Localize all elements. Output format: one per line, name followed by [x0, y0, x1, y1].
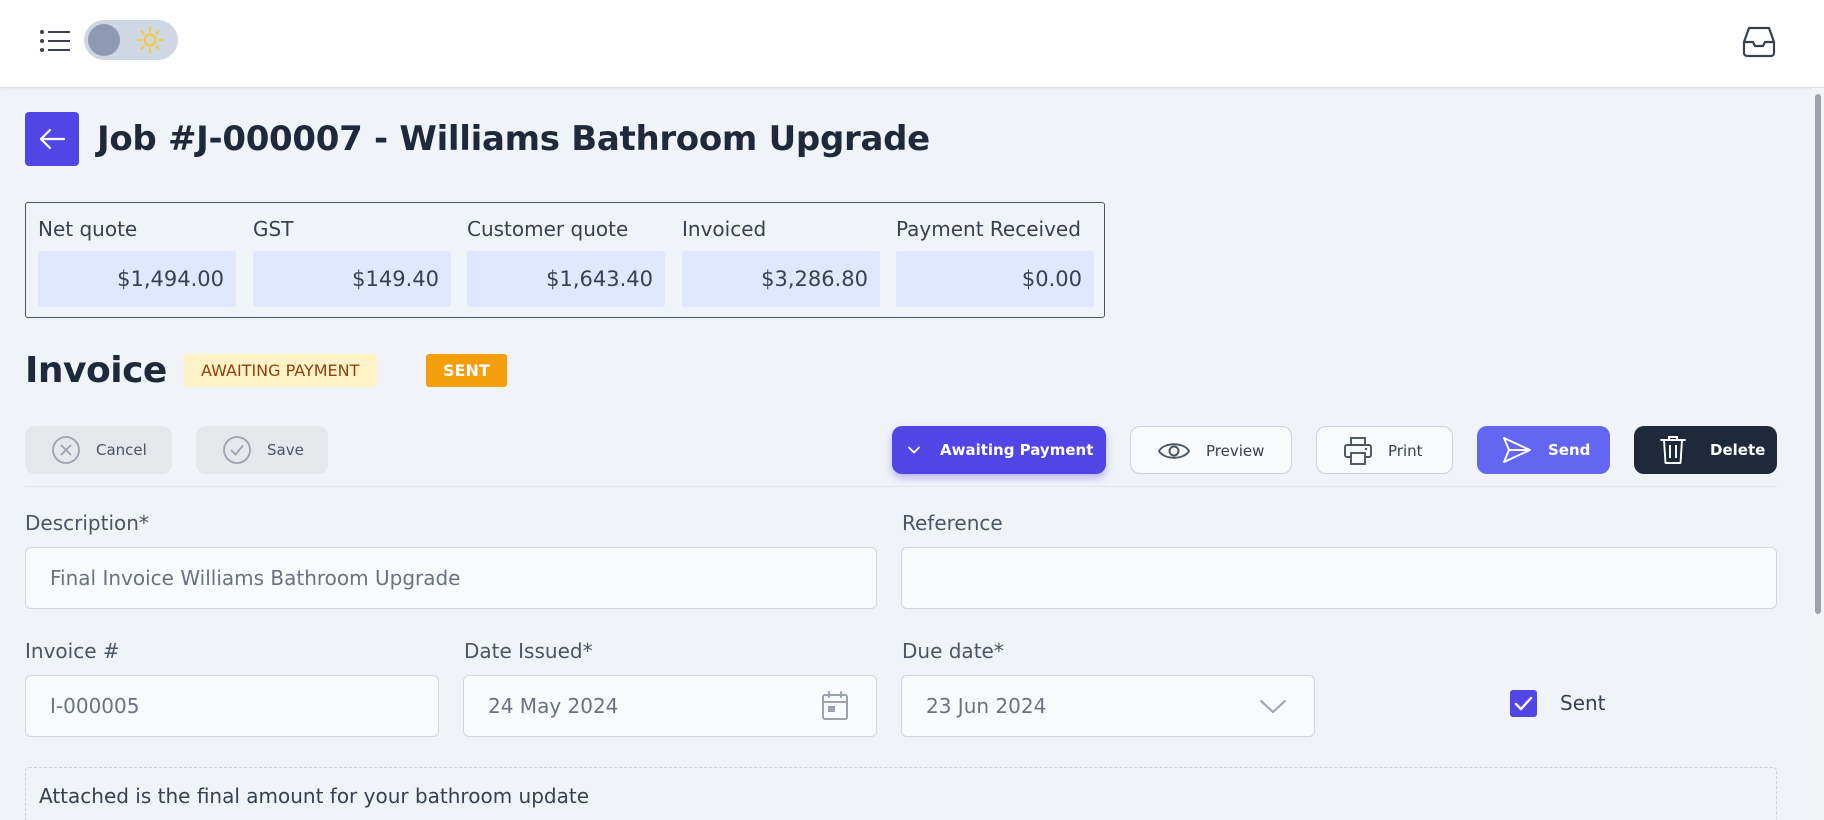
- cancel-label: Cancel: [96, 441, 147, 459]
- reference-label: Reference: [902, 511, 1003, 535]
- preview-label: Preview: [1206, 442, 1265, 460]
- chevron-down-icon: [1260, 700, 1286, 713]
- back-button[interactable]: [25, 112, 79, 166]
- date-issued-label: Date Issued*: [464, 639, 593, 663]
- summary-label: GST: [253, 217, 294, 241]
- send-button[interactable]: Send: [1477, 426, 1610, 474]
- summary-value: $149.40: [253, 251, 451, 307]
- paper-plane-icon: [1503, 437, 1531, 463]
- date-issued-value: 24 May 2024: [488, 694, 619, 718]
- description-label: Description*: [25, 511, 149, 535]
- summary-value: $1,643.40: [467, 251, 665, 307]
- summary-label: Invoiced: [682, 217, 767, 241]
- page-scrollbar[interactable]: [1812, 88, 1824, 820]
- invoice-note-text: Attached is the final amount for your ba…: [39, 784, 589, 808]
- due-date-label: Due date*: [902, 639, 1004, 663]
- calendar-icon[interactable]: [820, 690, 850, 722]
- delete-button[interactable]: Delete: [1634, 426, 1777, 474]
- preview-button[interactable]: Preview: [1130, 426, 1292, 474]
- delete-label: Delete: [1710, 441, 1766, 459]
- summary-value: $3,286.80: [682, 251, 880, 307]
- invoice-heading: Invoice: [25, 350, 167, 391]
- arrow-left-icon: [39, 128, 66, 150]
- summary-value: $0.00: [896, 251, 1094, 307]
- summary-label: Payment Received: [896, 217, 1081, 241]
- status-dropdown-label: Awaiting Payment: [940, 441, 1094, 459]
- top-bar: [0, 0, 1824, 88]
- sent-checkbox-label: Sent: [1560, 691, 1606, 715]
- sent-checkbox[interactable]: [1510, 690, 1537, 717]
- sun-icon: [136, 26, 164, 54]
- printer-icon: [1344, 437, 1372, 465]
- list-icon[interactable]: [38, 26, 72, 56]
- due-date-value: 23 Jun 2024: [926, 694, 1047, 718]
- print-label: Print: [1388, 442, 1423, 460]
- reference-input[interactable]: [901, 547, 1777, 609]
- scrollbar-thumb[interactable]: [1815, 94, 1821, 614]
- toggle-knob: [88, 24, 120, 56]
- inbox-icon[interactable]: [1740, 22, 1778, 60]
- summary-value: $1,494.00: [38, 251, 236, 307]
- cancel-button[interactable]: Cancel: [25, 426, 172, 474]
- sent-badge: SENT: [426, 354, 507, 387]
- send-label: Send: [1548, 441, 1591, 459]
- toolbar-divider: [25, 486, 1777, 487]
- date-issued-input[interactable]: 24 May 2024: [463, 675, 877, 737]
- description-input[interactable]: Final Invoice Williams Bathroom Upgrade: [25, 547, 877, 609]
- eye-icon: [1157, 443, 1191, 459]
- invoice-number-label: Invoice #: [25, 639, 120, 663]
- theme-toggle[interactable]: [84, 20, 178, 60]
- status-dropdown-button[interactable]: Awaiting Payment: [892, 426, 1106, 474]
- x-circle-icon: [52, 436, 80, 464]
- trash-icon: [1660, 436, 1686, 464]
- save-button[interactable]: Save: [196, 426, 328, 474]
- page-title: Job #J-000007 - Williams Bathroom Upgrad…: [97, 119, 930, 159]
- print-button[interactable]: Print: [1316, 426, 1453, 474]
- invoice-number-input[interactable]: I-000005: [25, 675, 439, 737]
- summary-label: Customer quote: [467, 217, 629, 241]
- status-badge: AWAITING PAYMENT: [183, 354, 378, 387]
- invoice-note[interactable]: Attached is the final amount for your ba…: [25, 767, 1777, 820]
- save-label: Save: [267, 441, 304, 459]
- check-circle-icon: [223, 436, 251, 464]
- job-summary: Net quote $1,494.00 GST $149.40 Customer…: [25, 202, 1105, 318]
- chevron-down-icon: [908, 446, 920, 454]
- due-date-select[interactable]: 23 Jun 2024: [901, 675, 1315, 737]
- summary-label: Net quote: [38, 217, 138, 241]
- check-icon: [1514, 696, 1533, 711]
